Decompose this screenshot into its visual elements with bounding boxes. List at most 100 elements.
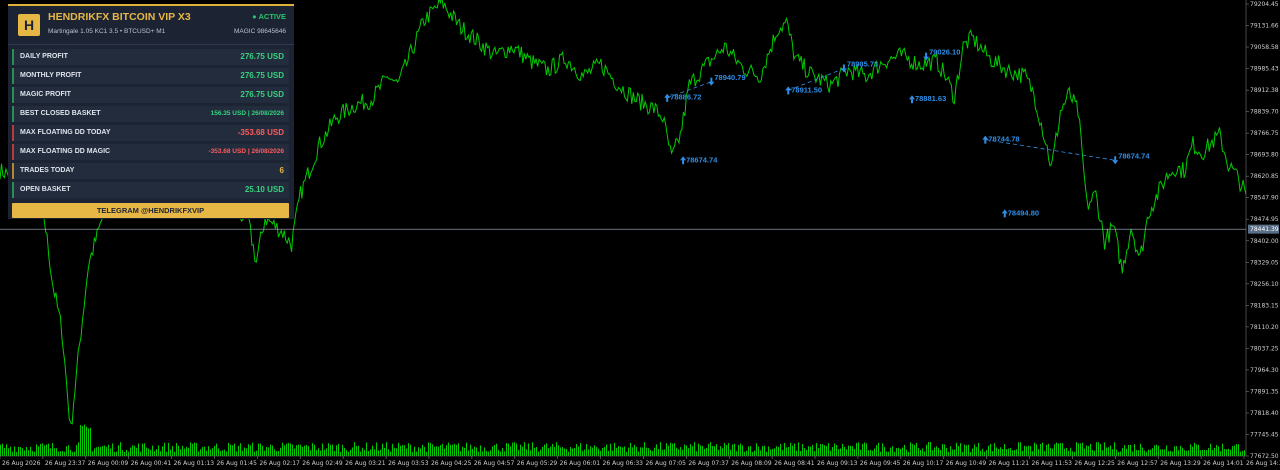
volume-bar	[606, 444, 607, 456]
volume-bar	[548, 448, 549, 456]
volume-bar	[704, 448, 705, 456]
volume-bar	[170, 449, 171, 456]
volume-bar	[688, 448, 689, 456]
volume-bar	[1216, 444, 1217, 456]
volume-bar	[492, 446, 493, 456]
volume-bar	[4, 447, 5, 456]
brand-logo: H	[18, 14, 40, 36]
time-tick-label: 26 Aug 11:21	[989, 460, 1030, 467]
volume-bar	[452, 444, 453, 456]
volume-bar	[332, 444, 333, 456]
trade-price-label: 78881.63	[915, 94, 946, 103]
volume-bar	[638, 451, 639, 456]
volume-bar	[888, 451, 889, 456]
volume-bar	[1102, 450, 1103, 456]
volume-bar	[550, 446, 551, 456]
volume-bar	[354, 442, 355, 456]
volume-bar	[120, 442, 121, 456]
volume-bar	[48, 443, 49, 456]
volume-bar	[1038, 449, 1039, 456]
volume-bar	[680, 447, 681, 456]
price-tick-label: 78839.70	[1250, 109, 1279, 116]
volume-bar	[646, 447, 647, 456]
volume-bar	[528, 443, 529, 456]
volume-bar	[620, 446, 621, 456]
status-badge: ● ACTIVE	[252, 12, 286, 21]
volume-bar	[580, 443, 581, 456]
volume-bar	[802, 444, 803, 456]
volume-bar	[1090, 443, 1091, 456]
price-tick-label: 78183.15	[1250, 302, 1279, 309]
volume-bar	[146, 447, 147, 456]
volume-bar	[516, 443, 517, 456]
volume-bar	[830, 450, 831, 456]
time-tick-label: 26 Aug 00:41	[131, 460, 172, 467]
time-tick-label: 26 Aug 08:09	[731, 460, 772, 467]
volume-bar	[328, 443, 329, 456]
volume-bar	[482, 451, 483, 456]
volume-bar	[820, 444, 821, 456]
volume-bar	[1006, 449, 1007, 456]
volume-bar	[10, 446, 11, 456]
volume-bar	[838, 449, 839, 456]
volume-bar	[408, 443, 409, 456]
volume-bar	[824, 445, 825, 456]
volume-bar	[330, 444, 331, 456]
volume-bar	[928, 442, 929, 456]
volume-bar	[1144, 450, 1145, 456]
volume-bar	[1226, 449, 1227, 456]
volume-bar	[734, 443, 735, 456]
volume-bar	[826, 446, 827, 456]
volume-bar	[288, 442, 289, 456]
volume-bar	[612, 450, 613, 456]
volume-bar	[756, 443, 757, 456]
volume-bar	[660, 442, 661, 456]
volume-bar	[1078, 443, 1079, 456]
volume-bar	[976, 447, 977, 456]
volume-bar	[980, 450, 981, 456]
time-tick-label: 26 Aug 04:25	[431, 460, 472, 467]
volume-bar	[786, 447, 787, 456]
volume-bar	[306, 444, 307, 456]
volume-bar	[1162, 449, 1163, 456]
volume-bar	[390, 451, 391, 456]
volume-bar	[162, 446, 163, 456]
volume-bar	[290, 443, 291, 456]
volume-bar	[294, 448, 295, 456]
time-tick-label: 26 Aug 03:53	[388, 460, 429, 467]
volume-bar	[422, 444, 423, 456]
volume-bar	[562, 447, 563, 456]
volume-bar	[800, 450, 801, 456]
time-tick-label: 26 Aug 23:37	[45, 460, 86, 467]
volume-bar	[736, 451, 737, 456]
volume-bar	[368, 451, 369, 456]
volume-bar	[710, 442, 711, 456]
volume-bar	[16, 451, 17, 456]
volume-bar	[260, 443, 261, 456]
price-tick-label: 77964.30	[1250, 367, 1279, 374]
volume-bar	[544, 444, 545, 456]
volume-bar	[458, 443, 459, 456]
volume-bar	[1086, 445, 1087, 456]
volume-bar	[760, 450, 761, 456]
panel-title: HENDRIKFX BITCOIN VIP X3	[48, 11, 191, 23]
volume-bar	[564, 448, 565, 456]
time-tick-label: 26 Aug 10:17	[903, 460, 944, 467]
volume-bar	[110, 448, 111, 456]
volume-bar	[1168, 451, 1169, 456]
volume-bar	[474, 446, 475, 456]
volume-bar	[740, 443, 741, 456]
volume-bar	[846, 449, 847, 456]
volume-bar	[1184, 450, 1185, 456]
volume-bar	[194, 442, 195, 456]
volume-bar	[312, 443, 313, 456]
volume-bar	[992, 451, 993, 456]
volume-bar	[364, 449, 365, 456]
telegram-button[interactable]: TELEGRAM @HENDRIKFXVIP	[12, 203, 289, 218]
volume-bar	[372, 445, 373, 456]
volume-bar	[576, 444, 577, 456]
volume-bar	[6, 444, 7, 456]
volume-bar	[546, 443, 547, 456]
volume-bar	[1004, 444, 1005, 456]
volume-bar	[230, 444, 231, 456]
